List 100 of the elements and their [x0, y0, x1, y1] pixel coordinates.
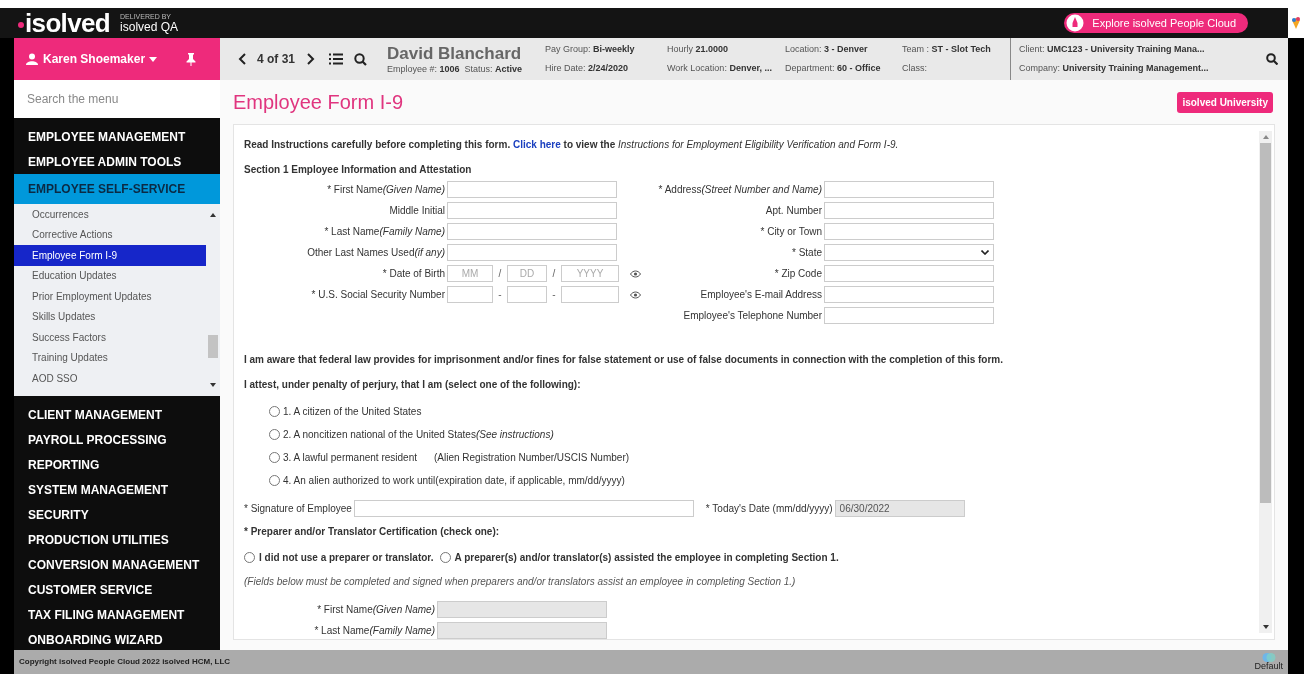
caret-icon: [149, 56, 158, 62]
option-label: I did not use a preparer or translator.: [259, 551, 434, 565]
input-field[interactable]: [561, 286, 619, 303]
field-label: * U.S. Social Security Number: [310, 288, 446, 302]
field-label: * City or Town: [759, 225, 823, 239]
submenu-item[interactable]: Success Factors: [14, 327, 206, 348]
university-button[interactable]: isolved University: [1177, 91, 1273, 113]
input-field[interactable]: [447, 244, 617, 261]
option-label: 3. A lawful permanent resident: [283, 451, 417, 465]
field-label: Employee's E-mail Address: [699, 288, 823, 302]
employee-info: Client: UMC123 - University Training Mana...: [1019, 42, 1206, 56]
eye-icon[interactable]: [630, 290, 641, 299]
radio-button[interactable]: [439, 552, 451, 563]
scroll-down-icon: [210, 383, 216, 387]
input-field[interactable]: [824, 286, 994, 303]
tenant-name: isolved QA: [120, 21, 179, 33]
list-icon[interactable]: [329, 53, 343, 65]
menu-section[interactable]: REPORTING: [14, 452, 220, 477]
scrollbar[interactable]: [1259, 131, 1272, 633]
person-icon: [26, 53, 38, 65]
employee-info: Hire Date: 2/24/2020: [545, 62, 630, 75]
input-field[interactable]: DD: [507, 265, 547, 282]
option-label: A preparer(s) and/or translator(s) assisted the employee in completing Section 1.: [454, 551, 839, 565]
employee-info: Company: University Training Management...: [1019, 62, 1210, 75]
submenu-item[interactable]: AOD SSO: [14, 368, 206, 389]
menu-section[interactable]: EMPLOYEE MANAGEMENT: [14, 124, 220, 149]
menu-section[interactable]: PAYROLL PROCESSING: [14, 427, 220, 452]
radio-button[interactable]: [269, 452, 280, 463]
statement-text: I attest, under penalty of perjury, that I am (select one of the following):: [244, 378, 582, 392]
input-field[interactable]: YYYY: [561, 265, 619, 282]
instructions-link[interactable]: Click here: [512, 139, 561, 150]
logo: isolved: [25, 10, 111, 36]
menu-search-field[interactable]: Search the menu: [14, 80, 220, 118]
menu-section[interactable]: ONBOARDING WIZARD: [14, 627, 220, 650]
theme-label[interactable]: Default: [1254, 662, 1283, 671]
menu-section[interactable]: CONVERSION MANAGEMENT: [14, 552, 220, 577]
input-field[interactable]: MM: [447, 265, 493, 282]
menu-section[interactable]: PRODUCTION UTILITIES: [14, 527, 220, 552]
state-dropdown[interactable]: [824, 244, 994, 261]
field-label: Other Last Names Used(if any): [306, 246, 446, 260]
menu-section[interactable]: EMPLOYEE ADMIN TOOLS: [14, 149, 220, 174]
input-field[interactable]: [824, 181, 994, 198]
input-field[interactable]: [353, 500, 694, 517]
menu-section[interactable]: CUSTOMER SERVICE: [14, 577, 220, 602]
eye-icon[interactable]: [630, 269, 641, 278]
employee-name: David Blanchard: [387, 42, 523, 64]
option-note: (Alien Registration Number/USCIS Number): [434, 451, 630, 465]
separator: -: [497, 288, 503, 302]
page-title: Employee Form I-9: [233, 90, 404, 115]
explore-button[interactable]: Explore isolved People Cloud: [1064, 13, 1248, 33]
instructions-text: Read Instructions carefully before completing this form. Click here to view the Instructions for Employment Eligibility Verification and Form I-9.: [244, 138, 900, 152]
section-title: Section 1 Employee Information and Attestation: [244, 163, 473, 177]
input-field[interactable]: [447, 286, 493, 303]
submenu-item[interactable]: Corrective Actions: [14, 224, 206, 245]
logo-dot-icon: [18, 22, 24, 28]
input-field[interactable]: [824, 202, 994, 219]
statement-text: I am aware that federal law provides for imprisonment and/or fines for false statement or use of false documents in connection with the completion of this form.: [244, 353, 1005, 367]
submenu-item[interactable]: Education Updates: [14, 265, 206, 286]
input-field[interactable]: [447, 223, 617, 240]
radio-button[interactable]: [269, 406, 280, 417]
radio-button[interactable]: [269, 475, 280, 486]
scrollbar-thumb[interactable]: [208, 335, 218, 358]
search-icon[interactable]: [354, 52, 367, 66]
previous-icon[interactable]: [238, 53, 246, 65]
menu-section[interactable]: SYSTEM MANAGEMENT: [14, 477, 220, 502]
menu-section[interactable]: SECURITY: [14, 502, 220, 527]
field-label: * Address(Street Number and Name): [657, 183, 823, 197]
menu-section[interactable]: EMPLOYEE SELF-SERVICE: [14, 174, 220, 204]
employee-info: Team : ST - Slot Tech: [902, 42, 992, 56]
preparer-heading: * Preparer and/or Translator Certification (check one):: [244, 525, 501, 539]
submenu-item[interactable]: Occurrences: [14, 204, 206, 225]
input-field[interactable]: [824, 265, 994, 282]
separator: /: [551, 267, 557, 281]
pin-icon[interactable]: [186, 52, 196, 66]
search-icon[interactable]: [1266, 53, 1278, 65]
radio-button[interactable]: [244, 552, 255, 563]
menu-section[interactable]: TAX FILING MANAGEMENT: [14, 602, 220, 627]
next-icon[interactable]: [307, 53, 315, 65]
employee-info: Work Location: Denver, ...: [667, 62, 773, 75]
input-field[interactable]: [447, 181, 617, 198]
scroll-up-icon: [1262, 135, 1269, 139]
employee-info: Pay Group: Bi-weekly: [545, 42, 636, 56]
colorful-logo-icon: [1290, 16, 1302, 30]
submenu-item[interactable]: Training Updates: [14, 347, 206, 368]
menu-section[interactable]: CLIENT MANAGEMENT: [14, 402, 220, 427]
submenu-item[interactable]: Prior Employment Updates: [14, 286, 206, 307]
option-label: 2. A noncitizen national of the United States(See instructions): [283, 428, 554, 442]
input-field[interactable]: [824, 307, 994, 324]
note-text: (Fields below must be completed and signed when preparers and/or translators assist an employee in completing Section 1.): [244, 575, 797, 589]
submenu-item[interactable]: Skills Updates: [14, 306, 206, 327]
scrollbar-thumb[interactable]: [1260, 143, 1271, 503]
input-field[interactable]: [507, 286, 547, 303]
input-field[interactable]: [824, 223, 994, 240]
radio-button[interactable]: [269, 429, 280, 440]
submenu-item[interactable]: Employee Form I-9: [14, 245, 206, 266]
field-label: * Last Name(Family Name): [313, 624, 436, 638]
theme-icon: [1261, 653, 1276, 662]
chevron-down-icon: [981, 250, 989, 255]
input-field[interactable]: [447, 202, 617, 219]
field-label: Middle Initial: [388, 204, 446, 218]
